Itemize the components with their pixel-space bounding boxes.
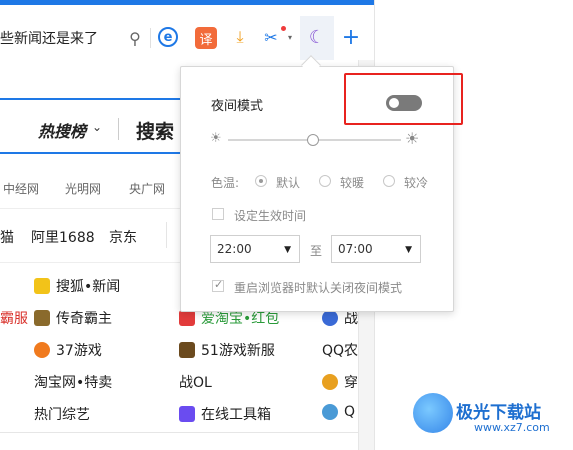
site-link-label: 37游戏 [56,343,102,359]
start-time-value: 22:00 [217,242,252,256]
site-link[interactable]: Q [322,404,355,420]
temp-radio-warm[interactable] [319,175,331,187]
scissors-icon[interactable]: ✂ [260,26,282,48]
chevron-down-icon[interactable]: ⌄ [92,120,102,134]
restart-label: 重启浏览器时默认关闭夜间模式 [234,281,403,295]
site-link[interactable]: 传奇霸主 [34,308,112,328]
avatar-icon [322,404,338,420]
site-link[interactable]: 热门综艺 [34,404,90,424]
address-bar-text[interactable]: 些新闻还是来了 [0,28,98,48]
end-time-value: 07:00 [338,242,373,256]
site-link-label: 战OL [179,375,212,391]
q-icon[interactable]: e [158,27,178,47]
site-link-label: 传奇霸主 [56,311,112,327]
shop-link[interactable]: 猫 [0,227,14,247]
site-link[interactable]: QQ农 [322,340,358,360]
search-icon[interactable]: ⚲ [124,27,146,49]
game-37-icon [34,342,50,358]
watermark-url: www.xz7.com [474,421,550,434]
site-link[interactable]: 霸服 [0,308,28,328]
site-link[interactable]: 37游戏 [34,340,102,360]
game-icon [34,310,50,326]
site-link-label: 淘宝网•特卖 [34,375,113,391]
notification-dot [281,26,286,31]
toolbar-divider [150,28,151,48]
watermark-brand: 极光下载站 [456,403,541,423]
media-link[interactable]: 央广网 [129,180,165,197]
sohu-icon [34,278,50,294]
site-link-label: 搜狐•新闻 [56,279,121,295]
site-link[interactable]: 搜狐•新闻 [34,276,120,296]
temp-radio-cool[interactable] [383,175,395,187]
site-link[interactable]: 战OL [179,372,212,392]
divider [118,118,119,140]
brightness-slider-handle[interactable] [307,134,319,146]
taobao-icon [179,310,195,326]
translate-icon[interactable]: 译 [195,27,217,49]
site-link[interactable]: 淘宝网•特卖 [34,372,112,392]
restart-checkbox[interactable] [212,278,224,292]
site-link-label: 热门综艺 [34,407,90,423]
chevron-down-icon[interactable]: ▾ [288,33,292,42]
chevron-down-icon: ▼ [284,245,291,255]
temp-label-cool: 较冷 [404,176,429,190]
start-time-select[interactable]: 22:00 ▼ [210,235,300,263]
to-label: 至 [310,244,323,258]
schedule-checkbox[interactable] [212,208,224,220]
download-icon[interactable]: ⤓ [229,26,251,48]
temp-label-warm: 较暖 [340,176,365,190]
plus-icon[interactable]: + [340,25,362,50]
toolbox-icon [179,406,195,422]
site-link-label: QQ农 [322,343,359,359]
moon-icon[interactable]: ☾ [306,26,328,48]
search-button[interactable]: 搜索 [136,117,174,144]
shop-link[interactable]: 阿里1688 [31,227,95,247]
site-link-label: Q [344,404,356,420]
media-link[interactable]: 中经网 [3,180,39,197]
divider [166,222,167,248]
game-icon [322,374,338,390]
game-icon [179,342,195,358]
night-mode-title: 夜间模式 [211,99,264,114]
site-link-label: 在线工具箱 [201,407,271,423]
color-temp-label: 色温: [211,176,240,190]
site-link-label: 穿 [344,375,358,391]
site-link-label: 霸服 [0,311,28,327]
highlight-box [344,73,463,125]
dim-sun-icon: ☀ [210,131,222,146]
end-time-select[interactable]: 07:00 ▼ [331,235,421,263]
game-icon [322,310,338,326]
site-link[interactable]: 51游戏新服 [179,340,275,360]
site-link[interactable]: 穿 [322,372,358,392]
media-link[interactable]: 光明网 [65,180,101,197]
site-link[interactable]: 在线工具箱 [179,404,271,424]
bright-sun-icon: ☀ [405,129,420,148]
watermark-logo-icon [413,393,453,433]
temp-label-default: 默认 [276,176,301,190]
divider [0,432,358,433]
hot-search-label[interactable]: 热搜榜 [38,118,86,142]
site-link-label: 51游戏新服 [201,343,275,359]
chevron-down-icon: ▼ [405,245,412,255]
browser-top-strip [0,0,374,5]
shop-link[interactable]: 京东 [109,227,137,247]
temp-radio-default[interactable] [255,175,267,187]
schedule-label: 设定生效时间 [234,209,307,223]
